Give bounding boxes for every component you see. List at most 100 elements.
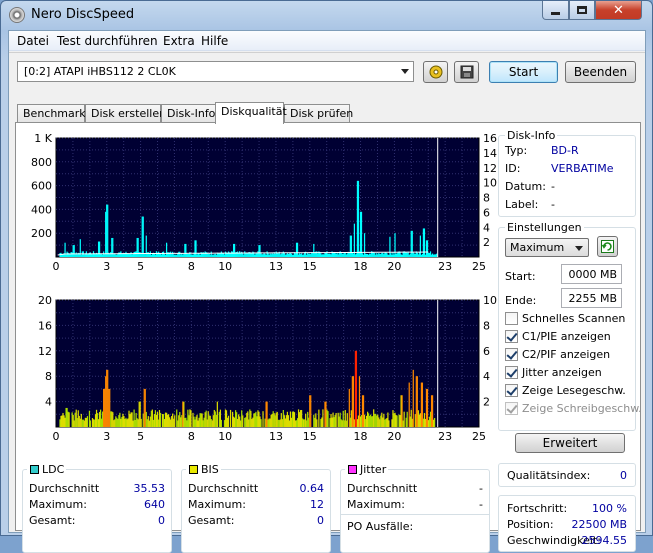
menu-extra[interactable]: Extra — [163, 34, 195, 48]
bis-x-tick-label: 15 — [303, 430, 317, 443]
refresh-icon — [601, 240, 614, 253]
bis-bar — [388, 420, 390, 427]
c1-pie-checkbox[interactable] — [505, 330, 518, 343]
ldc-title-text: LDC — [42, 463, 65, 476]
window-title: Nero DiscSpeed — [31, 7, 135, 22]
bis-bar — [355, 350, 358, 427]
bis-x-tick-label: 3 — [103, 430, 110, 443]
maximize-button[interactable] — [569, 1, 595, 20]
menu-datei[interactable]: Datei — [17, 34, 49, 48]
jitter-title-text: Jitter — [360, 463, 387, 476]
drive-select-value: [0:2] ATAPI iHBS112 2 CL0K — [24, 65, 176, 78]
ldc-y2-tick-label: 14 — [483, 147, 497, 160]
tab-disk-info[interactable]: Disk-Info — [161, 104, 216, 123]
c2-pif-checkbox[interactable] — [505, 348, 518, 361]
disk-quality-panel: 200 400 600 800 1 K 2 4 6 8 10 12 14 16 0 3 5 8 10 13 15 18 2… — [15, 122, 642, 553]
tab-disk-pruefen[interactable]: Disk prüfen — [284, 104, 353, 123]
advanced-button[interactable]: Erweitert — [515, 433, 625, 453]
bis-bar — [318, 409, 320, 427]
bis-bar — [433, 417, 436, 427]
ldc-max-value: 640 — [144, 498, 165, 511]
po-failures-label: PO Ausfälle: — [347, 520, 414, 533]
quality-index-label: Qualitätsindex: — [507, 469, 591, 482]
ldc-y-tick-label: 200 — [31, 227, 52, 240]
disc-date-value: - — [551, 180, 555, 193]
jitter-label: Jitter anzeigen — [522, 366, 602, 379]
bis-y-tick-label: 20 — [38, 294, 52, 307]
client-area: Datei Test durchführen Extra Hilfe [0:2]… — [8, 30, 646, 553]
ldc-y2-tick-label: 10 — [483, 177, 497, 190]
jitter-divider — [341, 514, 489, 515]
fast-scan-checkbox[interactable] — [505, 312, 518, 325]
ldc-bar — [195, 240, 197, 257]
disc-id-value: VERBATIMe — [551, 162, 614, 175]
disc-info-group: Disk-Info Typ: BD-R ID: VERBATIMe Datum:… — [498, 129, 636, 217]
bis-y2-tick-label: 2 — [483, 396, 490, 409]
ldc-bar — [436, 253, 438, 257]
disc-date-label: Datum: — [505, 180, 546, 193]
title-bar[interactable]: Nero DiscSpeed ✕ — [1, 1, 652, 29]
save-button[interactable] — [454, 61, 479, 83]
bis-title-text: BIS — [201, 463, 219, 476]
jitter-checkbox[interactable] — [505, 366, 518, 379]
speed-select[interactable]: Maximum — [505, 238, 589, 257]
ldc-total-value: 0 — [158, 514, 165, 527]
c2-pif-label: C2/PIF anzeigen — [522, 348, 611, 361]
minimize-button[interactable] — [542, 1, 569, 20]
c1-pie-label: C1/PIE anzeigen — [522, 330, 611, 343]
jitter-max-value: - — [479, 498, 483, 511]
bis-bar — [327, 411, 329, 427]
start-input[interactable]: 0000 MB — [561, 264, 622, 284]
ldc-bar — [142, 216, 144, 257]
menu-test[interactable]: Test durchführen — [57, 34, 158, 48]
drive-select[interactable]: [0:2] ATAPI iHBS112 2 CL0K — [17, 61, 414, 82]
bis-avg-label: Durchschnitt — [188, 482, 259, 495]
disc-label-value: - — [551, 198, 555, 211]
write-speed-checkbox — [505, 402, 518, 415]
bis-x-tick-label: 18 — [354, 430, 368, 443]
close-icon: ✕ — [613, 2, 624, 18]
bis-bar — [174, 415, 176, 427]
refresh-speed-button[interactable] — [597, 236, 618, 257]
progress-box: Fortschritt: 100 % Position: 22500 MB Ge… — [498, 495, 636, 552]
disc-icon — [9, 7, 25, 23]
bis-y-tick-label: 12 — [38, 345, 52, 358]
chevron-down-icon — [575, 246, 583, 251]
exit-button[interactable]: Beenden — [565, 61, 636, 83]
ldc-bar — [360, 211, 363, 257]
bis-total-value: 0 — [317, 514, 324, 527]
ldc-avg-label: Durchschnitt — [29, 482, 100, 495]
bis-bar — [220, 419, 223, 427]
bis-bar — [322, 409, 324, 427]
disc-eject-icon — [429, 65, 442, 79]
bis-y2-tick-label: 8 — [483, 319, 490, 332]
bis-bar — [89, 420, 92, 427]
bis-y-tick-label: 16 — [38, 319, 52, 332]
tab-disk-erstellen[interactable]: Disk erstellen — [85, 104, 166, 123]
bis-bar — [403, 411, 405, 427]
end-input[interactable]: 2255 MB — [561, 288, 622, 308]
bis-y-tick-label: 4 — [45, 396, 52, 409]
jitter-legend-swatch — [348, 465, 357, 474]
drive-info-button[interactable] — [423, 61, 448, 83]
tab-strip: Benchmark Disk erstellen Disk-Info Diskq… — [15, 102, 645, 124]
close-button[interactable]: ✕ — [595, 1, 642, 20]
bis-bar — [216, 401, 218, 427]
bis-bar — [159, 412, 162, 427]
bis-bar — [396, 415, 398, 427]
read-speed-checkbox[interactable] — [505, 384, 518, 397]
ldc-total-label: Gesamt: — [29, 514, 76, 527]
tab-benchmark[interactable]: Benchmark — [17, 104, 86, 123]
bis-bar — [335, 413, 337, 427]
ldc-y-tick-label: 1 K — [34, 132, 52, 145]
bis-bar — [140, 418, 142, 427]
read-speed-label: Zeige Lesegeschw. — [522, 384, 626, 397]
ldc-bar — [107, 204, 109, 257]
ldc-y2-tick-label: 4 — [483, 221, 490, 234]
tab-diskqualitaet[interactable]: Diskqualität — [215, 102, 287, 124]
start-button[interactable]: Start — [489, 61, 558, 83]
bis-stats-group: BIS Durchschnitt 0.64 Maximum: 12 Gesamt… — [181, 463, 331, 553]
settings-title: Einstellungen — [505, 221, 584, 234]
bis-x-tick-label: 5 — [137, 430, 144, 443]
menu-hilfe[interactable]: Hilfe — [201, 34, 228, 48]
